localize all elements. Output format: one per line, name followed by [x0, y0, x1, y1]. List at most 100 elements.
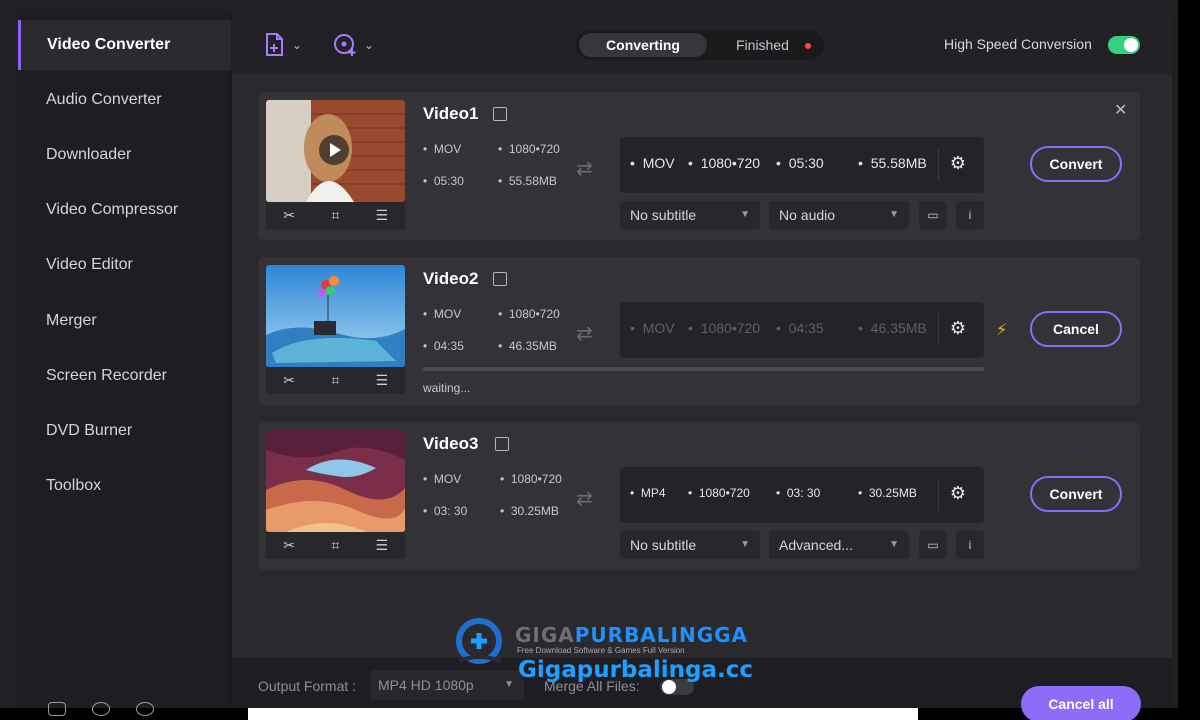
value: 46.35MB	[870, 320, 927, 336]
audio-dropdown[interactable]: Advanced... ▼	[769, 531, 909, 559]
value: 1080•720	[700, 155, 761, 171]
convert-button[interactable]: Convert	[1030, 476, 1122, 512]
output-settings[interactable]: • MP4 • 1080•720 • 03: 30 • 30.25MB ⚙	[620, 467, 984, 523]
guide-icon[interactable]	[48, 702, 66, 716]
scissors-icon[interactable]: ✂	[279, 207, 299, 224]
sidebar-item-merger[interactable]: Merger	[18, 296, 231, 346]
source-size: • 30.25MB	[500, 504, 559, 518]
edit-icon[interactable]	[495, 437, 509, 451]
high-speed-toggle[interactable]	[1108, 36, 1140, 54]
info-icon[interactable]: i	[956, 531, 984, 559]
source-size: • 55.58MB	[498, 174, 557, 188]
sidebar-item-downloader[interactable]: Downloader	[18, 130, 231, 180]
source-resolution: • 1080•720	[498, 307, 560, 321]
cancel-button[interactable]: Cancel	[1030, 311, 1122, 347]
value: No subtitle	[630, 537, 697, 553]
subtitle-track-icon[interactable]: ▭	[919, 201, 947, 229]
value: 1080•720	[698, 486, 750, 500]
value: 03: 30	[433, 504, 468, 518]
video-card-1: ✂ ⌗ ☰ Video1 • MOV • 1080•720 • 05:30 • …	[258, 92, 1140, 240]
chevron-down-icon: ⌄	[364, 38, 375, 52]
tab-converting[interactable]: Converting	[579, 33, 707, 57]
convert-button[interactable]: Convert	[1030, 146, 1122, 182]
watermark-logo-icon	[456, 618, 502, 664]
sidebar-item-audio-converter[interactable]: Audio Converter	[18, 75, 231, 125]
value: 04:35	[788, 320, 824, 336]
value: 30.25MB	[510, 504, 559, 518]
edit-icon[interactable]	[493, 272, 507, 286]
close-icon[interactable]: ✕	[1114, 100, 1127, 120]
sidebar-item-video-converter[interactable]: Video Converter	[18, 20, 231, 70]
value: 1080•720	[700, 320, 761, 336]
value: MOV	[433, 307, 462, 321]
subtitle-dropdown[interactable]: No subtitle ▼	[620, 531, 760, 559]
output-size: • 46.35MB	[858, 320, 927, 336]
sidebar-item-dvd-burner[interactable]: DVD Burner	[18, 406, 231, 456]
gear-icon[interactable]: ⚙	[948, 483, 968, 503]
sidebar-footer	[48, 702, 154, 716]
output-format: • MP4	[630, 486, 666, 500]
high-speed-label: High Speed Conversion	[944, 36, 1092, 52]
add-dvd-icon	[334, 34, 356, 56]
value: No subtitle	[630, 207, 697, 223]
output-settings[interactable]: • MOV • 1080•720 • 04:35 • 46.35MB ⚙	[620, 302, 984, 358]
cancel-all-button[interactable]: Cancel all	[1021, 686, 1141, 720]
audio-dropdown[interactable]: No audio ▼	[769, 201, 909, 229]
output-size: • 55.58MB	[858, 155, 927, 171]
video-thumbnail[interactable]	[266, 100, 405, 202]
sliders-icon[interactable]: ☰	[372, 537, 392, 554]
shuffle-icon: ⇄	[576, 323, 593, 345]
sidebar-item-screen-recorder[interactable]: Screen Recorder	[18, 351, 231, 401]
add-files-button[interactable]: ⌄	[264, 32, 302, 58]
gear-icon[interactable]: ⚙	[948, 153, 968, 173]
watermark: GIGAPURBALINGGA Free Download Software &…	[455, 615, 755, 695]
scissors-icon[interactable]: ✂	[279, 372, 299, 389]
output-size: • 30.25MB	[858, 486, 917, 500]
gear-icon[interactable]: ⚙	[948, 318, 968, 338]
value: MOV	[642, 320, 675, 336]
scissors-icon[interactable]: ✂	[279, 537, 299, 554]
crop-icon[interactable]: ⌗	[325, 372, 345, 389]
toggle-knob	[1124, 38, 1138, 52]
help-icon[interactable]	[92, 702, 110, 716]
edit-icon[interactable]	[493, 107, 507, 121]
video-thumbnail[interactable]	[266, 430, 405, 532]
output-resolution: • 1080•720	[688, 486, 750, 500]
crop-icon[interactable]: ⌗	[325, 207, 345, 224]
account-icon[interactable]	[136, 702, 154, 716]
video-thumbnail[interactable]	[266, 265, 405, 367]
main-panel: ⌄ ⌄ Converting Finished High Speed Conve…	[232, 12, 1172, 720]
sidebar-item-toolbox[interactable]: Toolbox	[18, 461, 231, 511]
output-settings[interactable]: • MOV • 1080•720 • 05:30 • 55.58MB ⚙	[620, 137, 984, 193]
chevron-down-icon: ▼	[889, 539, 899, 550]
value: PURBALINGGA	[574, 623, 749, 647]
sidebar-item-video-editor[interactable]: Video Editor	[18, 240, 231, 290]
chevron-down-icon: ▼	[740, 209, 750, 220]
output-duration: • 04:35	[776, 320, 824, 336]
video-card-2: ✂ ⌗ ☰ Video2 • MOV • 1080•720 • 04:35 • …	[258, 257, 1140, 405]
tab-finished[interactable]: Finished	[736, 30, 789, 60]
sidebar-item-video-compressor[interactable]: Video Compressor	[18, 185, 231, 235]
watermark-url: Gigapurbalinga.cc	[518, 657, 754, 683]
sliders-icon[interactable]: ☰	[372, 372, 392, 389]
video-title: Video3	[423, 434, 479, 453]
value: 55.58MB	[508, 174, 557, 188]
value: 30.25MB	[868, 486, 917, 500]
source-duration: • 03: 30	[423, 504, 468, 518]
source-format: • MOV	[423, 472, 462, 486]
info-icon[interactable]: i	[956, 201, 984, 229]
clip-tools: ✂ ⌗ ☰	[266, 367, 405, 394]
add-dvd-button[interactable]: ⌄	[332, 32, 374, 58]
shuffle-icon: ⇄	[576, 488, 593, 510]
value: 1080•720	[510, 472, 562, 486]
chevron-down-icon: ⌄	[292, 38, 303, 52]
crop-icon[interactable]: ⌗	[325, 537, 345, 554]
video-card-3: ✂ ⌗ ☰ Video3 • MOV • 1080•720 • 03: 30 •…	[258, 422, 1140, 570]
sliders-icon[interactable]: ☰	[372, 207, 392, 224]
output-duration: • 05:30	[776, 155, 824, 171]
subtitle-track-icon[interactable]: ▭	[919, 531, 947, 559]
subtitle-dropdown[interactable]: No subtitle ▼	[620, 201, 760, 229]
divider	[938, 479, 939, 511]
value: 46.35MB	[508, 339, 557, 353]
value: MP4	[640, 486, 666, 500]
